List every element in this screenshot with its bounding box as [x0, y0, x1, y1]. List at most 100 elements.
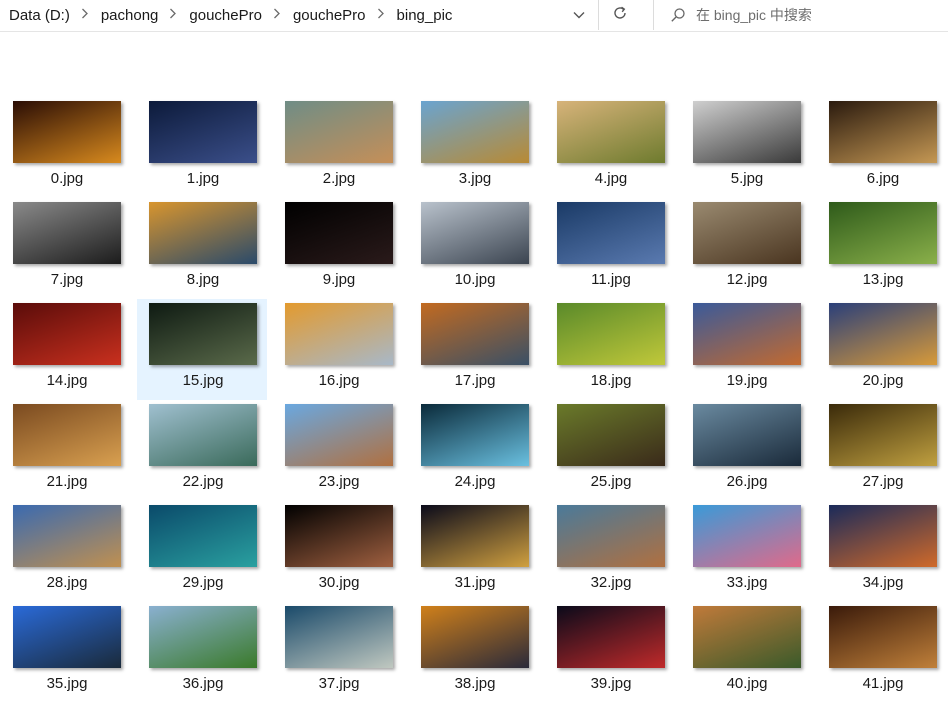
file-item[interactable]: 29.jpg — [145, 501, 277, 602]
file-item[interactable]: 9.jpg — [281, 198, 413, 299]
file-item[interactable]: 27.jpg — [825, 400, 948, 501]
file-item[interactable]: 6.jpg — [825, 97, 948, 198]
breadcrumb-gouchepro-2[interactable]: gouchePro — [284, 7, 366, 24]
file-item[interactable]: 13.jpg — [825, 198, 948, 299]
file-thumbnail[interactable] — [149, 606, 257, 668]
breadcrumb-pachong[interactable]: pachong — [92, 7, 159, 24]
file-item[interactable]: 19.jpg — [689, 299, 821, 400]
file-thumbnail[interactable] — [13, 606, 121, 668]
file-thumbnail[interactable] — [557, 505, 665, 567]
file-item[interactable]: 17.jpg — [417, 299, 549, 400]
breadcrumb-bing-pic[interactable]: bing_pic — [388, 7, 453, 24]
file-thumbnail[interactable] — [421, 101, 529, 163]
file-thumbnail[interactable] — [421, 505, 529, 567]
file-thumbnail[interactable] — [13, 101, 121, 163]
file-thumbnail[interactable] — [829, 202, 937, 264]
file-thumbnail[interactable] — [149, 505, 257, 567]
file-thumbnail[interactable] — [285, 505, 393, 567]
file-item[interactable]: 21.jpg — [9, 400, 141, 501]
file-item[interactable]: 40.jpg — [689, 602, 821, 703]
file-thumbnail[interactable] — [693, 505, 801, 567]
file-item[interactable]: 10.jpg — [417, 198, 549, 299]
chevron-right-icon[interactable] — [78, 8, 92, 22]
file-item[interactable]: 38.jpg — [417, 602, 549, 703]
file-item[interactable]: 14.jpg — [9, 299, 141, 400]
search-box[interactable]: 在 bing_pic 中搜索 — [653, 0, 948, 30]
chevron-right-icon[interactable] — [270, 8, 284, 22]
file-item[interactable]: 20.jpg — [825, 299, 948, 400]
file-thumbnail[interactable] — [149, 202, 257, 264]
file-item[interactable]: 41.jpg — [825, 602, 948, 703]
file-thumbnail[interactable] — [285, 303, 393, 365]
file-thumbnail[interactable] — [285, 101, 393, 163]
file-thumbnail[interactable] — [829, 505, 937, 567]
file-item[interactable]: 18.jpg — [553, 299, 685, 400]
file-thumbnail[interactable] — [13, 303, 121, 365]
file-item[interactable]: 25.jpg — [553, 400, 685, 501]
file-thumbnail[interactable] — [421, 606, 529, 668]
refresh-button[interactable] — [603, 0, 637, 30]
file-thumbnail[interactable] — [13, 505, 121, 567]
chevron-right-icon[interactable] — [374, 8, 388, 22]
file-thumbnail[interactable] — [421, 202, 529, 264]
file-thumbnail[interactable] — [285, 606, 393, 668]
file-thumbnail[interactable] — [557, 303, 665, 365]
file-item[interactable]: 15.jpg — [137, 299, 267, 400]
file-thumbnail[interactable] — [557, 404, 665, 466]
file-item[interactable]: 28.jpg — [9, 501, 141, 602]
file-item[interactable]: 23.jpg — [281, 400, 413, 501]
file-thumbnail[interactable] — [693, 202, 801, 264]
file-item[interactable]: 26.jpg — [689, 400, 821, 501]
file-thumbnail[interactable] — [693, 101, 801, 163]
file-item[interactable]: 11.jpg — [553, 198, 685, 299]
search-input[interactable]: 在 bing_pic 中搜索 — [696, 5, 812, 25]
file-item[interactable]: 7.jpg — [9, 198, 141, 299]
breadcrumb-data-drive[interactable]: Data (D:) — [0, 7, 70, 24]
file-thumbnail[interactable] — [829, 303, 937, 365]
file-item[interactable]: 8.jpg — [145, 198, 277, 299]
breadcrumb[interactable]: Data (D:) pachong gouchePro gouchePro bi… — [0, 0, 596, 30]
breadcrumb-gouchepro[interactable]: gouchePro — [180, 7, 262, 24]
file-item[interactable]: 33.jpg — [689, 501, 821, 602]
file-thumbnail[interactable] — [829, 606, 937, 668]
file-thumbnail[interactable] — [829, 404, 937, 466]
file-thumbnail[interactable] — [693, 606, 801, 668]
file-item[interactable]: 32.jpg — [553, 501, 685, 602]
file-item[interactable]: 2.jpg — [281, 97, 413, 198]
file-thumbnail[interactable] — [557, 202, 665, 264]
file-thumbnail[interactable] — [557, 101, 665, 163]
file-item[interactable]: 39.jpg — [553, 602, 685, 703]
chevron-right-icon[interactable] — [166, 8, 180, 22]
file-thumbnail[interactable] — [421, 303, 529, 365]
file-item[interactable]: 31.jpg — [417, 501, 549, 602]
address-history-dropdown[interactable] — [563, 0, 595, 30]
file-thumbnail[interactable] — [149, 404, 257, 466]
file-thumbnail[interactable] — [13, 404, 121, 466]
file-thumbnail[interactable] — [149, 303, 257, 365]
file-item[interactable]: 16.jpg — [281, 299, 413, 400]
file-item[interactable]: 0.jpg — [9, 97, 141, 198]
file-item[interactable]: 5.jpg — [689, 97, 821, 198]
file-thumbnail[interactable] — [421, 404, 529, 466]
file-item[interactable]: 4.jpg — [553, 97, 685, 198]
file-name-label: 0.jpg — [50, 170, 84, 187]
file-thumbnail[interactable] — [13, 202, 121, 264]
file-item[interactable]: 35.jpg — [9, 602, 141, 703]
file-thumbnail[interactable] — [829, 101, 937, 163]
file-item[interactable]: 1.jpg — [145, 97, 277, 198]
file-item[interactable]: 34.jpg — [825, 501, 948, 602]
file-item[interactable]: 24.jpg — [417, 400, 549, 501]
file-item[interactable]: 30.jpg — [281, 501, 413, 602]
file-name-label: 23.jpg — [318, 473, 360, 490]
file-thumbnail[interactable] — [557, 606, 665, 668]
file-thumbnail[interactable] — [149, 101, 257, 163]
file-item[interactable]: 12.jpg — [689, 198, 821, 299]
file-item[interactable]: 3.jpg — [417, 97, 549, 198]
file-thumbnail[interactable] — [693, 303, 801, 365]
file-thumbnail[interactable] — [285, 202, 393, 264]
file-item[interactable]: 37.jpg — [281, 602, 413, 703]
file-item[interactable]: 36.jpg — [145, 602, 277, 703]
file-thumbnail[interactable] — [285, 404, 393, 466]
file-thumbnail[interactable] — [693, 404, 801, 466]
file-item[interactable]: 22.jpg — [145, 400, 277, 501]
